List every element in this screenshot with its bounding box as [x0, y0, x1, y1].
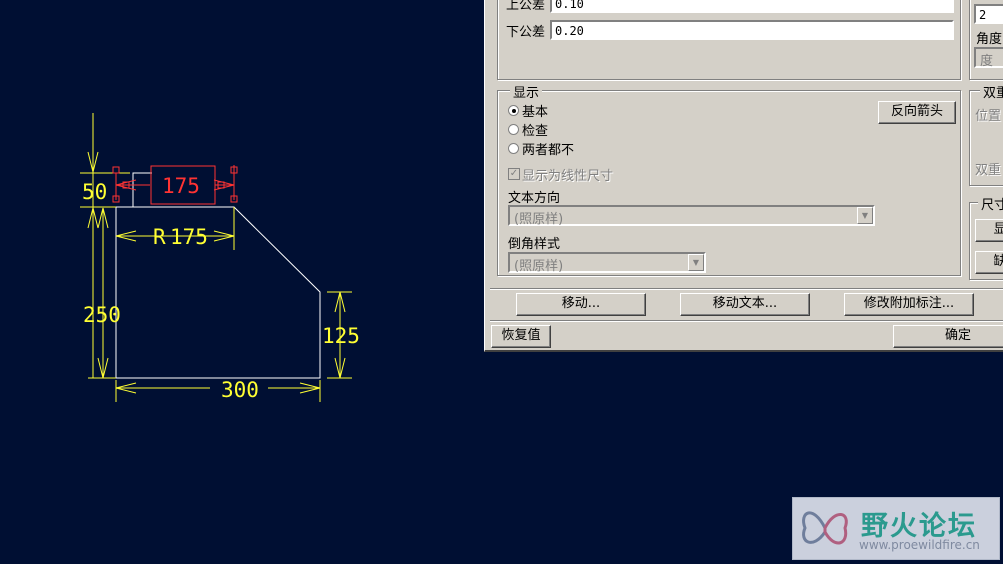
- show-linear-label: 显示为线性尺寸: [522, 169, 614, 184]
- part-outline: [115, 172, 321, 379]
- radio-basic-label[interactable]: 基本: [522, 101, 548, 120]
- upper-tolerance-input[interactable]: 0.10: [550, 0, 954, 13]
- dim-text-300[interactable]: 300: [221, 378, 259, 402]
- show-linear-checkbox[interactable]: ✓: [508, 168, 520, 180]
- flip-arrows-button[interactable]: 反向箭头: [878, 101, 956, 124]
- chevron-down-icon: ▼: [857, 207, 873, 224]
- chamfer-style-label: 倒角样式: [508, 237, 561, 252]
- size-display-button[interactable]: 显: [975, 219, 1003, 242]
- dual-label: 双重: [975, 163, 1002, 178]
- display-group: 显示 基本 检查 两者都不 反向箭头 ✓ 显示为线性尺寸 文本方向 (照原样) …: [497, 82, 961, 276]
- angle-label: 角度: [976, 32, 1003, 47]
- lower-tolerance-label: 下公差: [506, 25, 546, 40]
- separator-top: [490, 288, 1003, 290]
- separator-bottom: [490, 320, 1003, 322]
- text-orientation-value: (照原样): [514, 212, 564, 227]
- size-group-title: 尺寸: [978, 194, 1003, 213]
- dim-text-250[interactable]: 250: [83, 303, 121, 327]
- dim-text-50[interactable]: 50: [82, 180, 107, 204]
- size-default-button[interactable]: 缺: [975, 251, 1003, 274]
- decimals-group: 2 角度 度: [969, 0, 1003, 80]
- move-text-button[interactable]: 移动文本...: [680, 293, 810, 316]
- lower-tolerance-input[interactable]: 0.20: [550, 20, 954, 40]
- watermark-url: www.proewildfire.cn: [859, 538, 980, 552]
- chevron-down-icon: ▼: [688, 254, 704, 271]
- dual-group: 双重 位置 双重: [969, 82, 1003, 186]
- butterfly-logo-icon: [802, 511, 848, 545]
- move-button[interactable]: 移动...: [516, 293, 646, 316]
- dim-text-r[interactable]: R: [153, 225, 166, 249]
- dual-group-title: 双重: [980, 82, 1003, 101]
- decimals-input[interactable]: 2: [974, 4, 1003, 24]
- radio-basic[interactable]: [508, 105, 519, 116]
- radio-neither-label[interactable]: 两者都不: [522, 139, 574, 158]
- angle-unit-select[interactable]: 度: [974, 47, 1003, 69]
- radio-neither[interactable]: [508, 143, 519, 154]
- chamfer-style-select[interactable]: (照原样) ▼: [508, 252, 706, 274]
- tolerance-group: 上公差 0.10 下公差 0.20: [497, 0, 961, 80]
- ok-button[interactable]: 确定: [893, 325, 1003, 348]
- dim-text-175[interactable]: 175: [170, 225, 208, 249]
- text-orientation-label: 文本方向: [508, 191, 561, 206]
- edit-attached-note-button[interactable]: 修改附加标注...: [844, 293, 974, 316]
- dim-text-125[interactable]: 125: [322, 324, 360, 348]
- dimension-properties-dialog: 上公差 0.10 下公差 0.20 2 角度 度 显示 基本 检查 两者都不 反…: [484, 0, 1003, 352]
- display-group-title: 显示: [510, 82, 543, 101]
- dim-text-175-selected[interactable]: 175: [162, 174, 200, 198]
- dimension-lines: [80, 113, 352, 402]
- chamfer-style-value: (照原样): [514, 259, 564, 274]
- size-group: 尺寸 显 缺: [969, 194, 1003, 280]
- angle-unit-value: 度: [980, 54, 994, 69]
- radio-inspection[interactable]: [508, 124, 519, 135]
- forum-watermark: 野火论坛 www.proewildfire.cn: [792, 497, 1000, 560]
- dual-position-label: 位置: [975, 109, 1002, 124]
- text-orientation-select[interactable]: (照原样) ▼: [508, 205, 875, 227]
- restore-values-button[interactable]: 恢复值: [491, 325, 551, 348]
- upper-tolerance-label: 上公差: [506, 0, 546, 13]
- radio-inspection-label[interactable]: 检查: [522, 120, 548, 139]
